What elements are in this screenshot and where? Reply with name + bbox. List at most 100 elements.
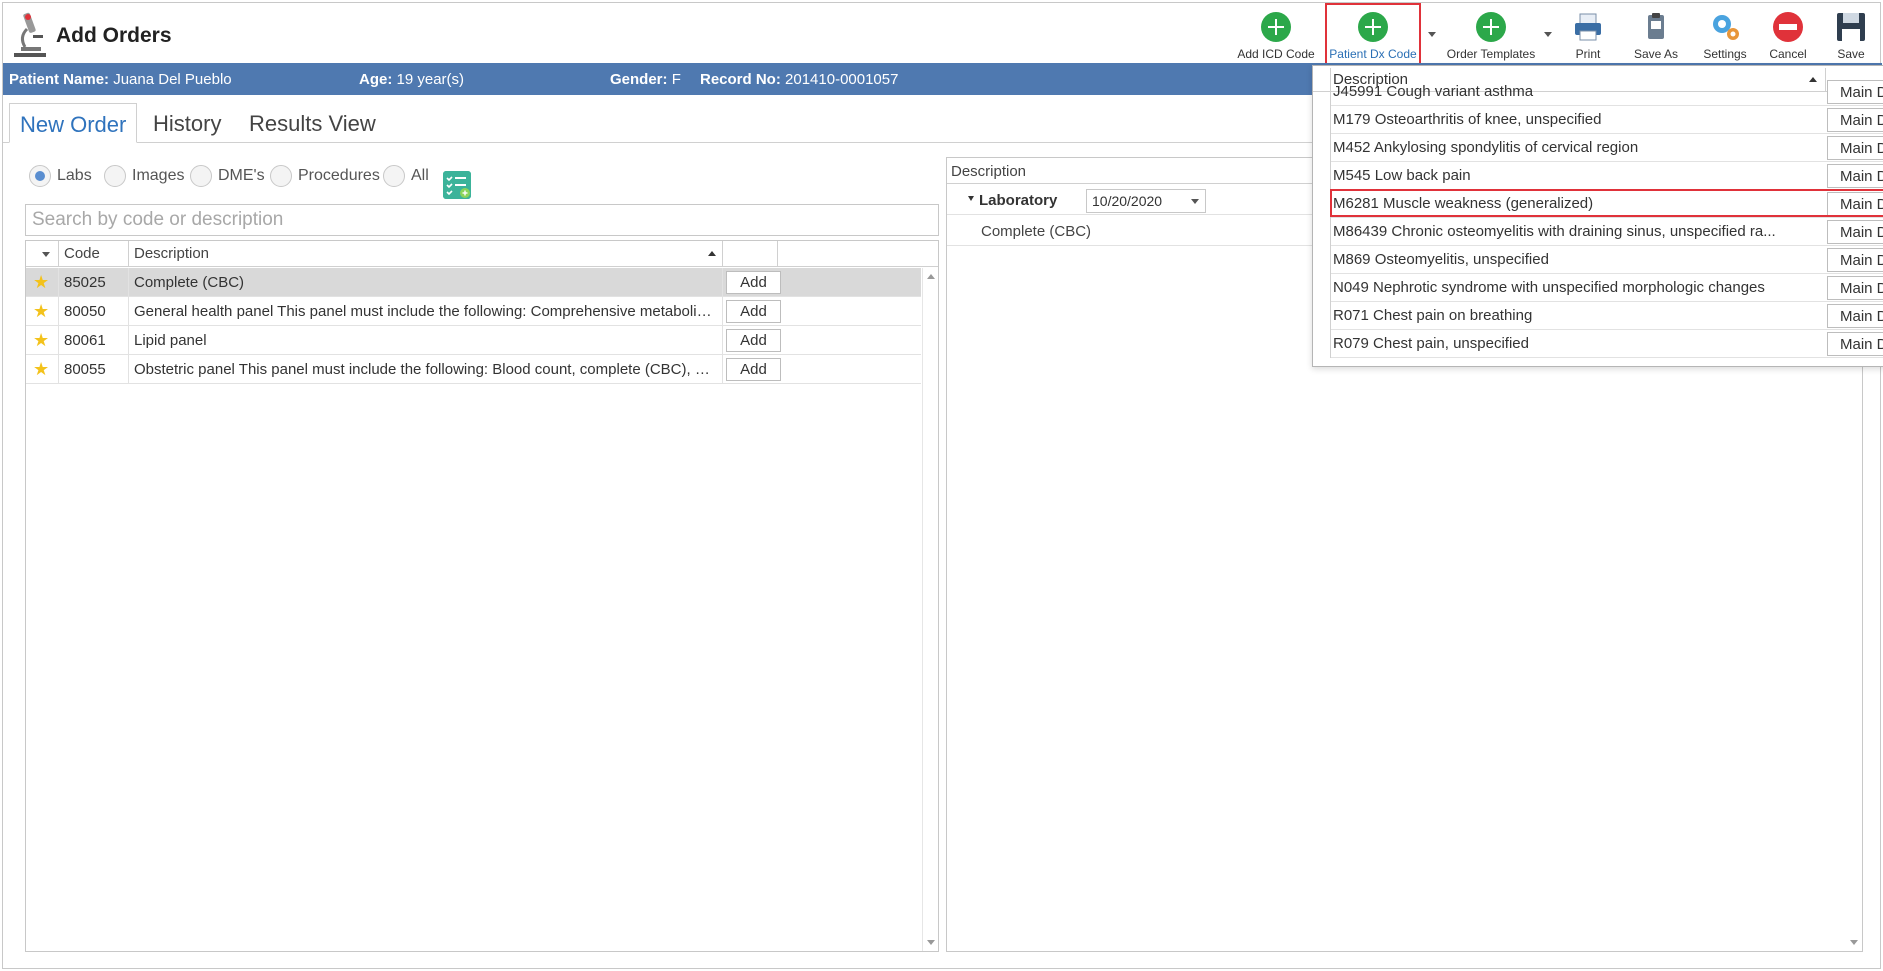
tab-results-view[interactable]: Results View — [239, 103, 386, 143]
row-code: 80061 — [59, 326, 129, 355]
dx-description: R079 Chest pain, unspecified — [1330, 330, 1826, 358]
main-dx-button[interactable]: Main Dx — [1827, 80, 1883, 104]
filter-procedures-label: Procedures — [298, 167, 380, 184]
tab-history[interactable]: History — [143, 103, 231, 143]
dx-description: M179 Osteoarthritis of knee, unspecified — [1330, 106, 1826, 134]
row-code: 85025 — [59, 268, 129, 297]
filter-images-label: Images — [132, 167, 185, 184]
column-header-code[interactable]: Code — [59, 241, 129, 267]
scroll-up-icon[interactable] — [927, 274, 935, 279]
filter-labs-radio[interactable]: Labs — [29, 165, 92, 187]
dx-list-item[interactable]: M545 Low back pain Main Dx — [1330, 162, 1883, 190]
dx-list-item[interactable]: N049 Nephrotic syndrome with unspecified… — [1330, 274, 1883, 302]
dx-list-item[interactable]: M869 Osteomyelitis, unspecified Main Dx — [1330, 246, 1883, 274]
add-button[interactable]: Add — [726, 329, 781, 352]
patient-gender-value: F — [671, 71, 681, 88]
row-description: Complete (CBC) — [129, 268, 723, 297]
order-templates-button[interactable]: Order Templates — [1441, 7, 1541, 63]
main-dx-button[interactable]: Main Dx — [1827, 304, 1883, 328]
dx-list-item[interactable]: J45991 Cough variant asthma Main Dx — [1330, 78, 1883, 106]
save-button[interactable]: Save — [1826, 7, 1876, 63]
star-icon[interactable]: ★ — [26, 297, 59, 326]
star-icon[interactable]: ★ — [26, 355, 59, 384]
add-button[interactable]: Add — [726, 358, 781, 381]
add-icd-code-button[interactable]: Add ICD Code — [1236, 7, 1316, 63]
save-as-button[interactable]: Save As — [1628, 7, 1684, 63]
search-input[interactable] — [25, 204, 939, 236]
app-header: Add Orders Add ICD Code Patient Dx Code … — [3, 3, 1882, 65]
order-search-panel: Labs Images DME's Procedures All Search … — [23, 157, 940, 952]
cancel-button[interactable]: Cancel — [1763, 7, 1813, 63]
filter-dmes-label: DME's — [218, 167, 265, 184]
dx-list-item[interactable]: R071 Chest pain on breathing Main Dx — [1330, 302, 1883, 330]
floppy-disk-icon — [1837, 13, 1865, 41]
dx-description: R071 Chest pain on breathing — [1330, 302, 1826, 330]
order-type-filter: Labs Images DME's Procedures All — [29, 163, 629, 199]
order-group-label: Laboratory — [967, 192, 1057, 209]
order-grid-scrollbar[interactable] — [922, 268, 938, 951]
filter-all-radio[interactable]: All — [383, 165, 429, 187]
star-icon[interactable]: ★ — [26, 326, 59, 355]
dx-description: M86439 Chronic osteomyelitis with draini… — [1330, 218, 1826, 246]
filter-procedures-radio[interactable]: Procedures — [270, 165, 380, 187]
chevron-down-icon — [42, 252, 50, 257]
filter-dmes-radio[interactable]: DME's — [190, 165, 265, 187]
main-dx-button[interactable]: Main Dx — [1827, 108, 1883, 132]
main-dx-button[interactable]: Main Dx — [1827, 220, 1883, 244]
add-button[interactable]: Add — [726, 300, 781, 323]
patient-name: Patient Name: Juana Del Pueblo — [9, 71, 232, 88]
main-dx-button[interactable]: Main Dx — [1827, 332, 1883, 356]
tab-new-order[interactable]: New Order — [9, 103, 138, 143]
order-group-name: Laboratory — [979, 192, 1058, 209]
patient-age-value: 19 year(s) — [396, 71, 465, 88]
dx-description: J45991 Cough variant asthma — [1330, 78, 1826, 106]
chevron-down-icon — [1191, 199, 1199, 204]
patient-age-label: Age: — [359, 71, 393, 88]
column-menu-button[interactable] — [26, 241, 59, 267]
radio-dot — [104, 165, 126, 187]
column-header-description[interactable]: Description — [129, 241, 723, 267]
page-title: Add Orders — [56, 24, 172, 47]
dx-list-item[interactable]: R079 Chest pain, unspecified Main Dx — [1330, 330, 1883, 358]
sort-ascending-icon — [708, 251, 716, 256]
filter-labs-label: Labs — [57, 167, 92, 184]
patient-record: Record No: 201410-0001057 — [700, 71, 898, 88]
scroll-down-icon[interactable] — [1850, 940, 1858, 945]
dx-list-item[interactable]: M452 Ankylosing spondylitis of cervical … — [1330, 134, 1883, 162]
table-row[interactable]: ★ 80061 Lipid panel Add — [26, 326, 921, 355]
column-header-action — [723, 241, 778, 267]
main-dx-button[interactable]: Main Dx — [1827, 248, 1883, 272]
main-dx-button[interactable]: Main Dx — [1827, 276, 1883, 300]
main-dx-button[interactable]: Main Dx — [1827, 136, 1883, 160]
radio-dot — [190, 165, 212, 187]
gear-icon — [1713, 15, 1739, 40]
table-row[interactable]: ★ 80055 Obstetric panel This panel must … — [26, 355, 921, 384]
patient-dx-code-button[interactable]: Patient Dx Code — [1325, 7, 1421, 63]
dx-list-item[interactable]: M179 Osteoarthritis of knee, unspecified… — [1330, 106, 1883, 134]
plus-circle-icon — [1358, 12, 1388, 42]
settings-button[interactable]: Settings — [1697, 7, 1753, 63]
patient-dx-code-label: Patient Dx Code — [1329, 47, 1417, 61]
table-row[interactable]: ★ 80050 General health panel This panel … — [26, 297, 921, 326]
add-button[interactable]: Add — [726, 271, 781, 294]
order-date-picker[interactable]: 10/20/2020 — [1086, 189, 1206, 213]
dx-list-item[interactable]: M86439 Chronic osteomyelitis with draini… — [1330, 218, 1883, 246]
table-row[interactable]: ★ 85025 Complete (CBC) Add — [26, 268, 921, 297]
clipboard-save-icon — [1648, 13, 1664, 39]
main-dx-button[interactable]: Main Dx — [1827, 164, 1883, 188]
filter-all-label: All — [411, 167, 429, 184]
checklist-add-icon[interactable] — [443, 171, 471, 199]
scroll-down-icon[interactable] — [927, 940, 935, 945]
patient-dx-dropdown-caret[interactable] — [1428, 32, 1436, 37]
print-button[interactable]: Print — [1563, 7, 1613, 63]
patient-name-label: Patient Name: — [9, 71, 110, 88]
filter-images-radio[interactable]: Images — [104, 165, 184, 187]
patient-gender-label: Gender: — [610, 71, 668, 88]
printer-icon — [1575, 13, 1601, 41]
order-templates-dropdown-caret[interactable] — [1544, 32, 1552, 37]
order-date-value: 10/20/2020 — [1092, 193, 1163, 209]
dx-list-item-highlighted[interactable]: M6281 Muscle weakness (generalized) Main… — [1330, 190, 1883, 218]
star-icon[interactable]: ★ — [26, 268, 59, 297]
settings-label: Settings — [1703, 47, 1747, 61]
main-dx-button[interactable]: Main Dx — [1827, 192, 1883, 216]
